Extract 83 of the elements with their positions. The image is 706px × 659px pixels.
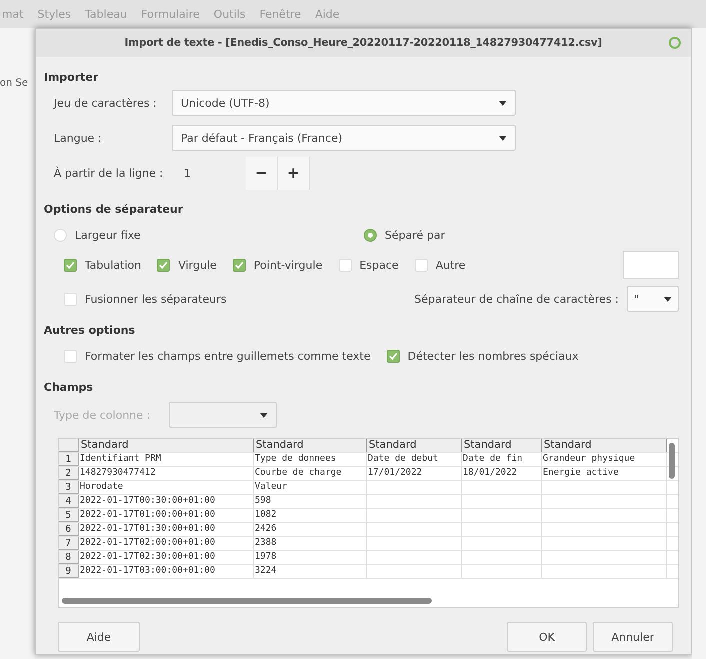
radio-label: Séparé par — [385, 228, 446, 242]
language-dropdown[interactable]: Par défaut - Français (France) — [172, 125, 516, 151]
checkbox-label: Virgule — [178, 258, 217, 272]
checkbox[interactable] — [64, 258, 77, 272]
table-cell: Type de donnees — [254, 453, 367, 466]
checkbox-label: Autre — [436, 258, 466, 272]
checkbox-label: Formater les champs entre guillemets comme texte — [85, 350, 371, 362]
table-cell: 2388 — [254, 537, 367, 550]
table-cell: Valeur — [254, 481, 367, 494]
field-label: Type de colonne : — [54, 408, 152, 422]
section-heading: Options de séparateur — [44, 203, 184, 216]
table-cell: 1082 — [254, 509, 367, 522]
checkbox-label: Détecter les nombres spéciaux — [408, 350, 579, 362]
table-cell: 598 — [254, 495, 367, 508]
string-delimiter-dropdown[interactable]: " — [627, 286, 679, 312]
checkbox-label: Point-virgule — [254, 258, 323, 272]
table-cell: 14827930477412 — [79, 467, 254, 480]
row-number: 7 — [59, 537, 79, 550]
scrollbar[interactable] — [62, 598, 432, 604]
increment-button[interactable]: + — [278, 156, 310, 190]
table-cell: 2426 — [254, 523, 367, 536]
close-icon[interactable] — [669, 37, 681, 49]
row-number: 9 — [59, 565, 79, 578]
row-number: 4 — [59, 495, 79, 508]
table-cell: Courbe de charge — [254, 467, 367, 480]
table-cell: Energie active — [542, 467, 667, 480]
row-number: 5 — [59, 509, 79, 522]
caret-icon — [664, 296, 672, 302]
field-label: Langue : — [54, 132, 103, 144]
decrement-button[interactable]: − — [246, 156, 278, 190]
section-heading: Autres options — [44, 324, 136, 337]
table-cell: 2022-01-17T00:30:00+01:00 — [79, 495, 254, 508]
table-cell: 2022-01-17T02:30:00+01:00 — [79, 551, 254, 564]
caret-icon — [499, 136, 507, 140]
checkbox[interactable] — [157, 258, 170, 272]
column-header[interactable]: Standard — [79, 439, 254, 452]
section-heading: Importer — [44, 71, 100, 84]
section-heading: Champs — [44, 381, 94, 394]
column-header[interactable]: Standard — [462, 439, 542, 452]
field-label: Jeu de caractères : — [54, 96, 158, 110]
column-type-dropdown[interactable] — [169, 402, 277, 428]
field-label: Séparateur de chaîne de caractères : — [414, 292, 619, 306]
radio-button[interactable] — [364, 228, 377, 242]
column-header[interactable]: Standard — [254, 439, 367, 452]
table-cell: 18/01/2022 — [462, 467, 542, 480]
table-cell: Identifiant PRM — [79, 453, 254, 466]
table-cell: Date de debut — [367, 453, 462, 466]
checkbox[interactable] — [386, 350, 400, 362]
table-cell: 2022-01-17T02:00:00+01:00 — [79, 537, 254, 550]
row-number: 6 — [59, 523, 79, 536]
help-button[interactable]: Aide — [58, 622, 140, 652]
charset-dropdown[interactable]: Unicode (UTF-8) — [172, 90, 516, 116]
table-cell: 2022-01-17T03:00:00+01:00 — [79, 565, 254, 578]
table-cell: Grandeur physique — [542, 453, 667, 466]
dialog-button[interactable]: OK — [507, 622, 587, 652]
row-number: 8 — [59, 551, 79, 564]
table-cell: 1978 — [254, 551, 367, 564]
table-cell: 2022-01-17T01:00:00+01:00 — [79, 509, 254, 522]
table-cell: 2022-01-17T01:30:00+01:00 — [79, 523, 254, 536]
radio-label: Largeur fixe — [75, 228, 141, 242]
table-cell: Horodate — [79, 481, 254, 494]
window-title: Import de texte - [Enedis_Conso_Heure_20220117-20220118_14827930477412.csv] — [124, 37, 602, 49]
caret-icon — [260, 412, 268, 418]
other-separator-field[interactable] — [623, 251, 679, 279]
checkbox-label: Tabulation — [85, 258, 142, 272]
checkbox-label: Fusionner les séparateurs — [85, 292, 227, 306]
background-text: on Se — [0, 78, 30, 89]
table-cell: 17/01/2022 — [367, 467, 462, 480]
checkbox-label: Espace — [360, 258, 399, 272]
row-number: 3 — [59, 481, 79, 494]
scrollbar[interactable] — [669, 443, 675, 479]
table-cell: Date de fin — [462, 453, 542, 466]
caret-icon — [499, 100, 507, 106]
column-header[interactable]: Standard — [367, 439, 462, 452]
row-number: 2 — [59, 467, 79, 480]
field-label: À partir de la ligne : — [54, 166, 164, 180]
column-header[interactable]: Standard — [542, 439, 667, 452]
line-number: 1 — [184, 166, 192, 180]
checkbox[interactable] — [232, 258, 246, 272]
dialog-button[interactable]: Annuler — [593, 622, 673, 652]
row-number: 1 — [59, 453, 79, 466]
table-corner[interactable] — [59, 439, 79, 452]
table-cell: 3224 — [254, 565, 367, 578]
